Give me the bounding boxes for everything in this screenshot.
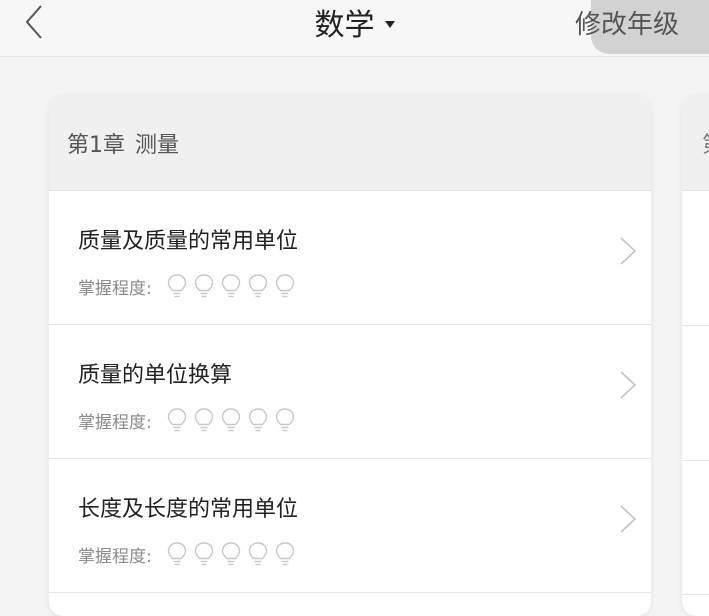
mastery-label: 掌握程度:: [78, 412, 152, 433]
lesson-title: 长度及长度的常用单位: [78, 497, 299, 522]
mastery-bulbs: [166, 407, 301, 433]
navbar: 数学 修改年级: [0, 0, 709, 57]
lesson-title: 质量及质量的常用单位: [78, 229, 299, 254]
lightbulb-icon: [193, 541, 215, 567]
mastery-bulbs: [166, 541, 301, 567]
mastery-row: 掌握程度:: [78, 407, 301, 433]
divider: [682, 594, 709, 595]
lightbulb-icon: [166, 541, 188, 567]
chevron-right-icon: [620, 371, 637, 399]
edit-grade-button[interactable]: 修改年级: [575, 0, 709, 44]
lightbulb-icon: [166, 407, 188, 433]
mastery-label: 掌握程度:: [78, 546, 152, 567]
lightbulb-icon: [247, 541, 269, 567]
chapter-header: 第1章 测量: [49, 96, 651, 191]
divider: [682, 325, 709, 326]
lesson-title: 质量的单位换算: [78, 363, 233, 388]
chapter-card: 第1章 测量 质量及质量的常用单位 掌握程度: 质量的单位换算 掌握程度: 长度…: [49, 96, 651, 616]
next-chapter-header: 第: [682, 96, 709, 191]
lightbulb-icon: [274, 407, 296, 433]
lightbulb-icon: [193, 407, 215, 433]
lightbulb-icon: [166, 273, 188, 299]
lightbulb-icon: [193, 273, 215, 299]
mastery-bulbs: [166, 273, 301, 299]
lesson-item[interactable]: 长度及长度的常用单位 掌握程度:: [49, 459, 651, 593]
lightbulb-icon: [220, 407, 242, 433]
mastery-label: 掌握程度:: [78, 278, 152, 299]
chapter-number: 第1章: [67, 133, 125, 158]
lightbulb-icon: [247, 273, 269, 299]
chevron-right-icon: [620, 505, 637, 533]
mastery-row: 掌握程度:: [78, 541, 301, 567]
lightbulb-icon: [220, 541, 242, 567]
next-chapter-number: 第: [702, 127, 709, 159]
caret-down-icon: [384, 20, 395, 28]
page-title: 数学: [314, 8, 375, 43]
lightbulb-icon: [220, 273, 242, 299]
lesson-item[interactable]: 质量及质量的常用单位 掌握程度:: [49, 191, 651, 325]
next-chapter-card[interactable]: 第: [682, 96, 709, 616]
lightbulb-icon: [274, 541, 296, 567]
lightbulb-icon: [274, 273, 296, 299]
divider: [682, 460, 709, 461]
chevron-right-icon: [620, 237, 637, 265]
lesson-item[interactable]: 质量的单位换算 掌握程度:: [49, 325, 651, 459]
mastery-row: 掌握程度:: [78, 273, 301, 299]
chapter-name: 测量: [135, 133, 180, 158]
lightbulb-icon: [247, 407, 269, 433]
